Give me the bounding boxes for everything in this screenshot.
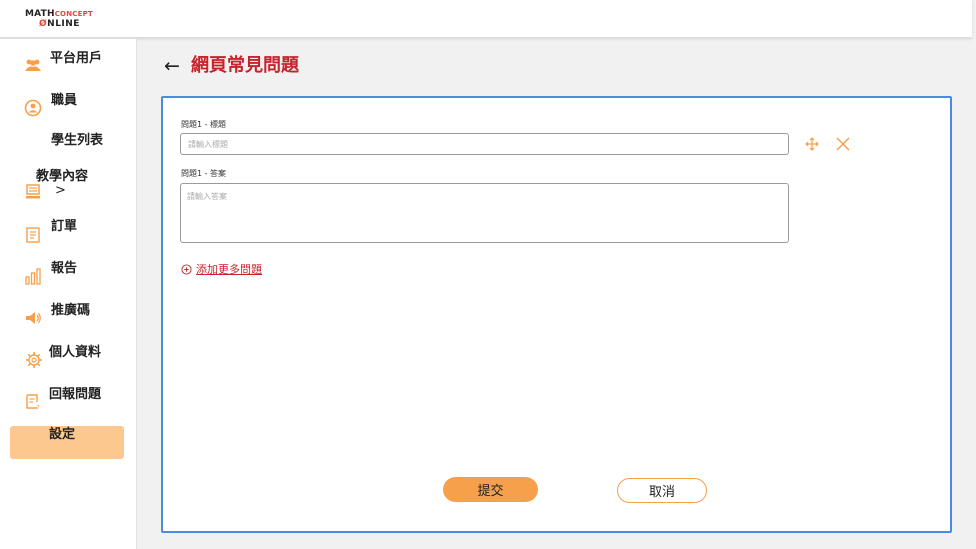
question-answer-label: 問題1 - 答案 (181, 169, 227, 178)
sidebar-item-label: 報告 (51, 261, 78, 276)
logo-o: Ø (39, 19, 48, 29)
sidebar-item-label: 回報問題 (49, 387, 102, 402)
question-title-input[interactable] (180, 133, 789, 155)
question-answer-textarea[interactable] (180, 183, 789, 243)
add-circle-icon (181, 264, 192, 275)
sidebar-item-teaching-content[interactable]: 教學內容 > (0, 163, 137, 203)
feedback-icon: ? (26, 394, 40, 411)
gear-icon (26, 352, 42, 368)
faq-form-panel: 問題1 - 標題 問題1 - 答案 添加更多問題 提交 取消 (161, 96, 952, 533)
sidebar-item-staff[interactable]: 職員 (0, 85, 137, 121)
question-title-label: 問題1 - 標題 (181, 120, 227, 129)
add-more-questions-label: 添加更多問題 (196, 263, 262, 276)
report-chart-icon (25, 268, 41, 285)
sidebar-item-settings[interactable]: 設定 (0, 420, 137, 456)
app-logo[interactable]: MATHCONCEPT ØNLINE (25, 9, 93, 29)
sidebar-item-label: 職員 (51, 93, 78, 108)
sidebar-item-label: 訂單 (51, 219, 78, 234)
sidebar-item-label: 推廣碼 (51, 303, 91, 318)
sidebar-item-profile[interactable]: 個人資料 (0, 337, 137, 373)
users-icon (25, 59, 41, 71)
sidebar-item-label: 平台用戶 (50, 51, 103, 66)
move-drag-icon[interactable] (804, 136, 820, 152)
cancel-button[interactable]: 取消 (617, 478, 707, 503)
sidebar-item-students[interactable]: 學生列表 (0, 127, 137, 163)
back-arrow-icon[interactable]: ← (164, 54, 180, 78)
teaching-content-icon (26, 184, 40, 199)
megaphone-icon (26, 312, 41, 324)
page-title: 網頁常見問題 (191, 55, 299, 76)
sidebar-item-report-issue[interactable]: ? 回報問題 (0, 379, 137, 415)
staff-icon (24, 99, 42, 117)
svg-text:?: ? (36, 404, 40, 411)
close-icon[interactable] (835, 136, 851, 152)
sidebar-item-label: 教學內容 (36, 169, 89, 184)
sidebar-item-platform-users[interactable]: 平台用戶 (0, 43, 137, 79)
chevron-right-icon[interactable]: > (55, 183, 66, 198)
sidebar-item-orders[interactable]: 訂單 (0, 211, 137, 247)
orders-icon (26, 227, 40, 243)
logo-concept: CONCEPT (54, 10, 93, 18)
sidebar-item-label: 個人資料 (49, 345, 102, 360)
sidebar-item-promo-code[interactable]: 推廣碼 (0, 295, 137, 331)
submit-button[interactable]: 提交 (443, 477, 538, 502)
sidebar-item-label: 設定 (49, 427, 76, 442)
top-bar: MATHCONCEPT ØNLINE (0, 0, 972, 38)
sidebar-item-reports[interactable]: 報告 (0, 253, 137, 289)
sidebar-item-label: 學生列表 (51, 133, 104, 148)
logo-math: MATH (25, 9, 55, 19)
sidebar: 平台用戶 職員 學生列表 教學內容 > 訂單 報告 推廣碼 個人資料 ? 回報問… (0, 39, 137, 549)
logo-nline: NLINE (47, 19, 80, 29)
